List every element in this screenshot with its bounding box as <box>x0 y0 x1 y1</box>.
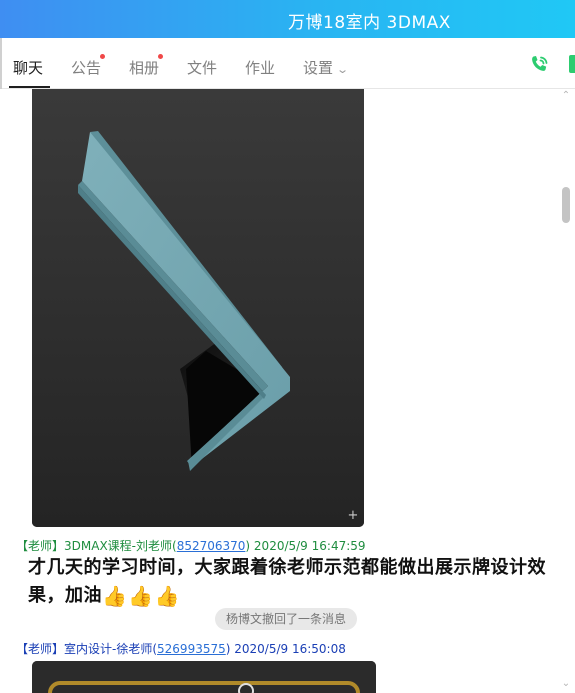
scrollbar[interactable] <box>560 89 575 693</box>
chat-area: + 【老师】3DMAX课程-刘老师(852706370) 2020/5/9 16… <box>0 89 575 693</box>
render-preview-graphic-2 <box>32 661 376 693</box>
shared-image[interactable]: + <box>32 89 364 527</box>
role-tag: 【老师】 <box>16 642 65 656</box>
message-time: 2020/5/9 16:50:08 <box>234 642 346 656</box>
tab-settings[interactable]: 设置 ⌄ <box>303 57 350 78</box>
tab-announcements[interactable]: 公告 <box>71 57 101 78</box>
tab-files[interactable]: 文件 <box>187 57 217 78</box>
render-preview-graphic <box>32 89 364 527</box>
phone-icon[interactable] <box>527 53 551 77</box>
thumbs-up-icon: 👍 <box>102 584 128 608</box>
expand-icon[interactable]: + <box>347 509 359 522</box>
sender-line-1: 【老师】3DMAX课程-刘老师(852706370) 2020/5/9 16:4… <box>16 537 366 554</box>
sender-qq-link[interactable]: 526993575 <box>157 642 226 656</box>
shared-image-2[interactable] <box>32 661 376 693</box>
sender-name-close: ) <box>225 642 231 656</box>
active-tab-indicator <box>9 86 50 88</box>
tab-bar: 聊天 公告 相册 文件 作业 设置 ⌄ <box>0 38 575 89</box>
thumbs-up-icon: 👍 <box>128 584 154 608</box>
sender-name-close: ) <box>245 539 251 553</box>
scroll-thumb[interactable] <box>562 187 570 223</box>
announcements-badge <box>100 54 105 59</box>
chevron-down-icon: ⌄ <box>336 63 350 76</box>
tab-chat[interactable]: 聊天 <box>13 57 43 78</box>
message-text: 才几天的学习时间，大家跟着徐老师示范都能做出展示牌设计效果，加油👍👍👍 <box>28 554 558 610</box>
tab-homework[interactable]: 作业 <box>245 57 275 78</box>
role-tag: 【老师】 <box>16 539 65 553</box>
scroll-down-icon[interactable]: ⌄ <box>561 679 571 689</box>
message-time: 2020/5/9 16:47:59 <box>253 539 366 553</box>
scroll-up-icon[interactable]: ⌃ <box>561 91 571 101</box>
sender-name[interactable]: 室内设计-徐老师( <box>64 642 157 656</box>
thumbs-up-icon: 👍 <box>154 584 181 608</box>
side-panel-handle[interactable] <box>569 55 575 73</box>
tab-album[interactable]: 相册 <box>129 57 159 78</box>
tab-settings-label: 设置 <box>303 59 334 77</box>
sender-line-2: 【老师】室内设计-徐老师(526993575) 2020/5/9 16:50:0… <box>16 640 346 657</box>
sender-name[interactable]: 3DMAX课程-刘老师( <box>64 539 177 553</box>
recall-notice: 杨博文撤回了一条消息 <box>215 608 357 630</box>
album-badge <box>158 54 163 59</box>
window-title: 万博18室内 3DMAX <box>288 13 451 33</box>
sender-qq-link[interactable]: 852706370 <box>177 539 246 553</box>
title-bar: 万博18室内 3DMAX <box>0 0 575 38</box>
